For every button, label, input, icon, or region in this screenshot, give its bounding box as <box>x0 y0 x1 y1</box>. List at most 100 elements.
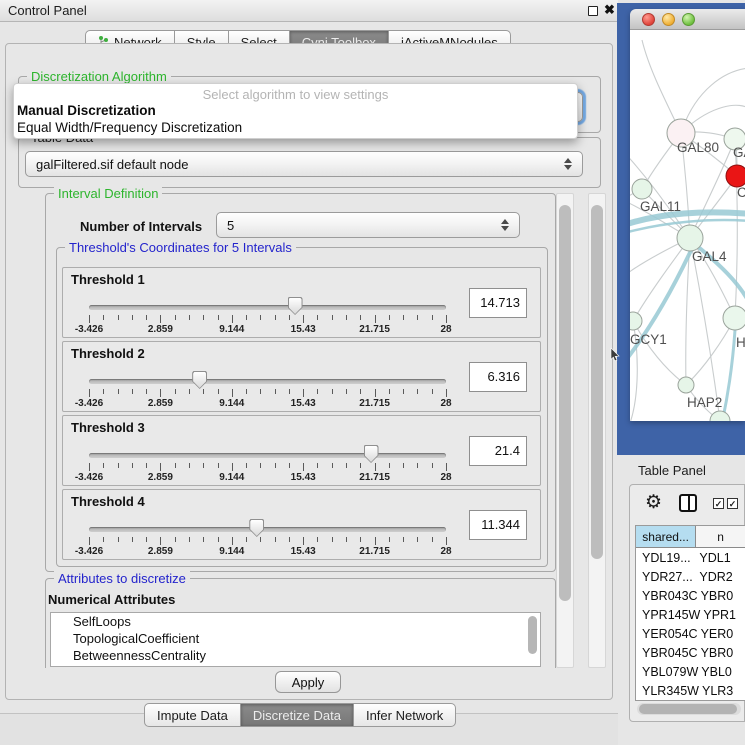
split-column-icon[interactable] <box>679 494 697 512</box>
mac-close-button[interactable] <box>642 13 655 26</box>
cell-name: YBR0 <box>698 646 745 660</box>
attributes-list-scrollbar[interactable] <box>528 616 537 654</box>
combo-arrows-icon <box>564 158 572 170</box>
tab-label: Impute Data <box>157 708 228 723</box>
threshold-panel: Threshold 4 -3.4262.8599.14415.4321.7152… <box>62 489 541 560</box>
threshold-slider-track[interactable] <box>89 527 446 532</box>
threshold-value-field[interactable]: 11.344 <box>469 510 527 540</box>
network-edge-highlighted <box>630 212 745 225</box>
threshold-tick-labels: -3.4262.8599.14415.4321.71528 <box>89 546 446 558</box>
network-canvas[interactable]: GAL80GAL11GAL4GCY1HHAP2GAC <box>630 30 745 421</box>
network-node[interactable] <box>726 165 745 187</box>
network-edge <box>690 238 720 421</box>
table-row[interactable]: YPR145WYPR1 <box>636 605 745 624</box>
table-row[interactable]: YDL19...YDL1 <box>636 548 745 567</box>
table-row[interactable]: YER054CYER0 <box>636 624 745 643</box>
combo-arrows-icon <box>501 219 509 231</box>
threshold-label: Threshold 4 <box>71 494 145 509</box>
network-node-gal11[interactable] <box>632 179 652 199</box>
mac-minimize-button[interactable] <box>662 13 675 26</box>
threshold-value-field[interactable]: 6.316 <box>469 362 527 392</box>
table-data-combobox[interactable]: galFiltered.sif default node <box>25 151 583 177</box>
cell-name: YPR1 <box>700 608 745 622</box>
threshold-tick-marks <box>89 389 446 398</box>
tab-impute-data[interactable]: Impute Data <box>144 703 241 727</box>
threshold-slider-handle[interactable] <box>364 445 379 463</box>
network-node-label: GAL80 <box>677 140 719 155</box>
threshold-value-field[interactable]: 21.4 <box>469 436 527 466</box>
algorithm-dropdown-popup: Select algorithm to view settings Manual… <box>13 83 578 139</box>
threshold-tick-marks <box>89 315 446 324</box>
network-node-h[interactable] <box>723 306 745 330</box>
threshold-tick-labels: -3.4262.8599.14415.4321.71528 <box>89 324 446 336</box>
threshold-label: Threshold 1 <box>71 272 145 287</box>
table-row[interactable]: YBL079WYBL0 <box>636 662 745 681</box>
float-window-icon[interactable] <box>588 6 598 16</box>
number-of-intervals-combobox[interactable]: 5 <box>216 212 520 238</box>
node-table-header: shared... n <box>636 526 745 548</box>
threshold-slider-handle[interactable] <box>249 519 264 537</box>
attribute-list-item[interactable]: TopologicalCoefficient <box>51 630 540 647</box>
table-horizontal-scrollbar[interactable] <box>637 703 741 715</box>
threshold-slider-handle[interactable] <box>192 371 207 389</box>
column-header-name[interactable]: n <box>696 526 745 547</box>
control-panel-title: Control Panel <box>8 3 87 18</box>
cell-shared-name: YDR27... <box>636 570 696 584</box>
tab-label: Discretize Data <box>253 708 341 723</box>
threshold-tick-labels: -3.4262.8599.14415.4321.71528 <box>89 472 446 484</box>
cell-shared-name: YBR043C <box>636 589 698 603</box>
table-row[interactable]: YIL052CYIL0 <box>636 700 745 701</box>
outer-scrollbar[interactable] <box>588 193 606 668</box>
algorithm-option-equal-width[interactable]: Equal Width/Frequency Discretization <box>17 120 242 135</box>
table-row[interactable]: YBR043CYBR0 <box>636 586 745 605</box>
column-header-shared-name[interactable]: shared... <box>636 526 696 547</box>
network-node-hap2[interactable] <box>678 377 694 393</box>
threshold-label: Threshold 2 <box>71 346 145 361</box>
mac-zoom-button[interactable] <box>682 13 695 26</box>
tab-discretize-data[interactable]: Discretize Data <box>241 703 354 727</box>
network-node-label: H <box>736 335 745 350</box>
threshold-slider-handle[interactable] <box>288 297 303 315</box>
network-graph: GAL80GAL11GAL4GCY1HHAP2GAC <box>630 30 745 421</box>
checkbox-icon[interactable]: ✓ <box>727 498 738 509</box>
cell-name: YDR2 <box>696 570 745 584</box>
threshold-slider-track[interactable] <box>89 453 446 458</box>
network-edge <box>642 40 681 133</box>
algorithm-option-manual[interactable]: Manual Discretization <box>17 103 156 118</box>
cell-shared-name: YDL19... <box>636 551 696 565</box>
threshold-value-field[interactable]: 14.713 <box>469 288 527 318</box>
apply-button[interactable]: Apply <box>275 671 341 693</box>
threshold-slider-track[interactable] <box>89 379 446 384</box>
table-panel-title: Table Panel <box>638 463 706 478</box>
table-row[interactable]: YLR345WYLR3 <box>636 681 745 700</box>
interval-definition-group-label: Interval Definition <box>54 186 162 201</box>
attribute-list-item[interactable]: BetweennessCentrality <box>51 647 540 664</box>
algorithm-placeholder-option[interactable]: Select algorithm to view settings <box>14 87 577 102</box>
cell-name: YER0 <box>698 627 745 641</box>
network-node-label: GAL4 <box>692 249 727 264</box>
network-node-gcy1[interactable] <box>630 312 642 330</box>
number-of-intervals-label: Number of Intervals <box>80 219 202 234</box>
network-edge-highlighted <box>722 330 735 421</box>
cell-shared-name: YER054C <box>636 627 698 641</box>
table-row[interactable]: YDR27...YDR2 <box>636 567 745 586</box>
close-icon[interactable]: ✖ <box>604 2 615 18</box>
cell-shared-name: YBR045C <box>636 646 698 660</box>
attribute-list-item[interactable]: SelfLoops <box>51 613 540 630</box>
node-table-body: YDL19...YDL1YDR27...YDR2YBR043CYBR0YPR14… <box>636 548 745 701</box>
threshold-tick-labels: -3.4262.8599.14415.4321.71528 <box>89 398 446 410</box>
network-node-gal4[interactable] <box>677 225 703 251</box>
network-node-label-partial: C <box>737 185 745 200</box>
network-edge <box>633 321 686 385</box>
network-node[interactable] <box>710 411 730 421</box>
inner-scrollbar[interactable] <box>556 193 574 668</box>
node-table: shared... n YDL19...YDL1YDR27...YDR2YBR0… <box>635 525 745 701</box>
network-window: GAL80GAL11GAL4GCY1HHAP2GAC <box>630 9 745 421</box>
tab-infer-network[interactable]: Infer Network <box>354 703 456 727</box>
threshold-slider-track[interactable] <box>89 305 446 310</box>
gear-icon[interactable]: ⚙ <box>645 493 662 512</box>
table-row[interactable]: YBR045CYBR0 <box>636 643 745 662</box>
cell-shared-name: YLR345W <box>636 684 699 698</box>
numerical-attributes-list[interactable]: SelfLoopsTopologicalCoefficientBetweenne… <box>50 612 541 667</box>
checkbox-icon[interactable]: ✓ <box>713 498 724 509</box>
